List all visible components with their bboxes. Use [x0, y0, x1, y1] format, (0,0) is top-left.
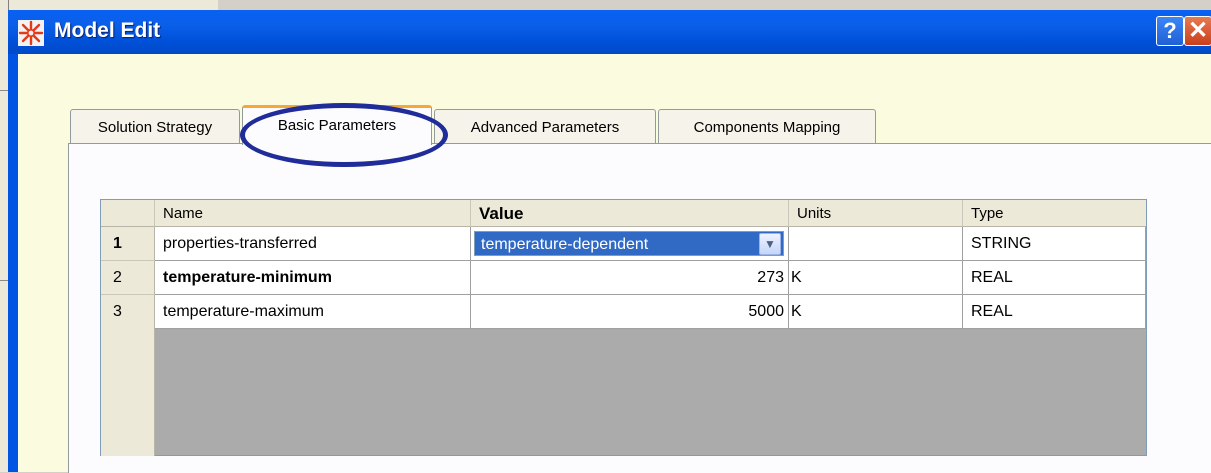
param-units-cell[interactable] — [789, 227, 963, 261]
param-name-cell[interactable]: temperature-minimum — [155, 261, 471, 295]
title-bar[interactable]: Model Edit ? ✕ — [8, 10, 1211, 54]
row-header[interactable]: 3 — [101, 295, 155, 329]
param-type-cell[interactable]: REAL — [963, 295, 1146, 329]
row-header-empty-area — [101, 328, 155, 456]
param-name-cell[interactable]: properties-transferred — [155, 227, 471, 261]
tab-advanced-parameters[interactable]: Advanced Parameters — [434, 109, 656, 145]
column-header-type[interactable]: Type — [963, 200, 1146, 227]
column-header-units[interactable]: Units — [789, 200, 963, 227]
dropdown-selected-value: temperature-dependent — [481, 236, 649, 253]
grid-corner — [101, 200, 155, 227]
highlight-ellipse — [240, 103, 448, 167]
param-type-cell[interactable]: STRING — [963, 227, 1146, 261]
param-type-cell[interactable]: REAL — [963, 261, 1146, 295]
help-button[interactable]: ? — [1156, 16, 1184, 46]
tab-solution-strategy[interactable]: Solution Strategy — [70, 109, 240, 145]
chevron-down-icon[interactable]: ▼ — [759, 233, 781, 255]
row-header[interactable]: 2 — [101, 261, 155, 295]
snowflake-icon — [18, 20, 44, 46]
divider — [0, 90, 8, 91]
param-value-cell[interactable]: temperature-dependent ▼ — [471, 227, 789, 261]
parameters-grid: Name Value Units Type 1 properties-trans… — [100, 199, 1147, 456]
divider — [0, 280, 8, 281]
row-header[interactable]: 1 — [101, 227, 155, 261]
column-header-name[interactable]: Name — [155, 200, 471, 227]
tab-components-mapping[interactable]: Components Mapping — [658, 109, 876, 145]
close-button[interactable]: ✕ — [1184, 16, 1211, 46]
dialog-title: Model Edit — [54, 19, 161, 42]
param-value-cell[interactable]: 273 — [471, 261, 789, 295]
param-value-cell[interactable]: 5000 — [471, 295, 789, 329]
param-units-cell[interactable]: K — [789, 261, 963, 295]
param-name-cell[interactable]: temperature-maximum — [155, 295, 471, 329]
value-dropdown[interactable]: temperature-dependent ▼ — [474, 231, 784, 256]
param-units-cell[interactable]: K — [789, 295, 963, 329]
column-header-value[interactable]: Value — [471, 200, 789, 227]
